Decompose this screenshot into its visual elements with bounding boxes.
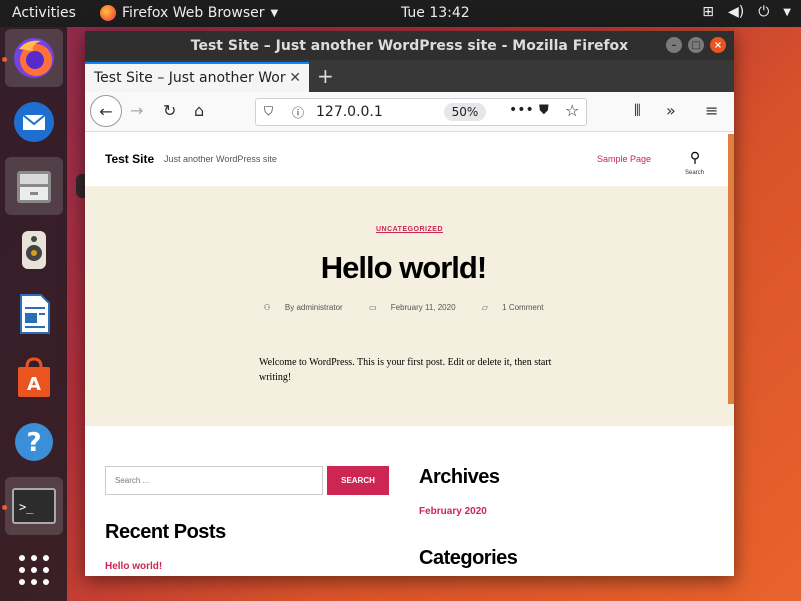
dock-terminal[interactable]: >_ <box>5 477 63 535</box>
dock-firefox[interactable] <box>5 29 63 87</box>
page-content: Test Site Just another WordPress site Sa… <box>85 134 734 576</box>
page-actions-icon[interactable]: ••• <box>509 102 534 118</box>
speaker-icon <box>22 231 46 269</box>
dock-rhythmbox[interactable] <box>5 221 63 279</box>
firefox-icon <box>100 5 116 21</box>
thunderbird-icon <box>14 102 54 142</box>
dock: A ? >_ <box>0 27 67 601</box>
bookmark-star-icon[interactable]: ☆ <box>565 101 579 120</box>
overflow-icon[interactable]: » <box>666 101 676 120</box>
system-tray[interactable]: ⊞ ◀) ⏻ ▼ <box>702 4 791 20</box>
categories-heading: Categories <box>419 547 518 569</box>
dock-writer[interactable] <box>5 285 63 343</box>
svg-text:A: A <box>27 374 41 395</box>
browser-tab[interactable]: Test Site – Just another Wor ✕ <box>85 62 309 92</box>
post-date: February 11, 2020 <box>390 303 456 312</box>
info-icon[interactable]: ⓘ <box>292 104 304 121</box>
maximize-button[interactable]: □ <box>688 37 704 53</box>
tab-strip: Test Site – Just another Wor ✕ + <box>85 60 734 92</box>
menu-icon[interactable]: ≡ <box>705 101 718 120</box>
author-meta[interactable]: ⚇ By administrator <box>258 303 349 312</box>
window-titlebar[interactable]: Test Site – Just another WordPress site … <box>85 31 734 60</box>
window-controls: – □ × <box>666 37 726 53</box>
firefox-window: Test Site – Just another WordPress site … <box>85 31 734 576</box>
activities-button[interactable]: Activities <box>12 5 76 21</box>
document-icon <box>20 294 50 334</box>
minimize-button[interactable]: – <box>666 37 682 53</box>
url-bar[interactable]: ⛉ ⓘ 127.0.0.1 50% ••• ⛊ ☆ <box>255 98 587 126</box>
dock-software[interactable]: A <box>5 349 63 407</box>
shopping-bag-icon: A <box>18 357 50 397</box>
clock[interactable]: Tue 13:42 <box>401 5 470 21</box>
calendar-icon: ▭ <box>368 303 377 312</box>
dock-thunderbird[interactable] <box>5 93 63 151</box>
window-title: Test Site – Just another WordPress site … <box>190 37 629 54</box>
post-author: By administrator <box>284 303 343 312</box>
url-text[interactable]: 127.0.0.1 <box>316 104 383 120</box>
help-icon: ? <box>15 423 53 461</box>
comment-icon: ▱ <box>481 303 488 312</box>
volume-icon: ◀) <box>727 4 745 20</box>
post-category[interactable]: UNCATEGORIZED <box>85 226 734 233</box>
search-button[interactable]: SEARCH <box>327 466 389 495</box>
app-menu[interactable]: Firefox Web Browser ▼ <box>100 5 278 21</box>
chevron-down-icon: ▼ <box>783 7 791 18</box>
dock-help[interactable]: ? <box>5 413 63 471</box>
comments-meta[interactable]: ▱ 1 Comment <box>476 303 550 312</box>
dock-files[interactable] <box>5 157 63 215</box>
search-input[interactable]: Search ... <box>105 466 323 495</box>
svg-text:?: ? <box>26 428 41 458</box>
post-meta: ⚇ By administrator ▭ February 11, 2020 ▱… <box>85 303 722 312</box>
post-comments: 1 Comment <box>502 303 544 312</box>
app-menu-label: Firefox Web Browser <box>122 5 265 21</box>
home-button[interactable]: ⌂ <box>194 101 204 120</box>
recent-post-link[interactable]: Hello world! <box>105 561 162 572</box>
zoom-indicator[interactable]: 50% <box>444 103 486 121</box>
reload-button[interactable]: ↻ <box>163 101 176 120</box>
site-header: Test Site Just another WordPress site Sa… <box>85 134 734 186</box>
site-description: Just another WordPress site <box>164 154 277 164</box>
navigation-toolbar: ← → ↻ ⌂ ⛉ ⓘ 127.0.0.1 50% ••• ⛊ ☆ ⫴ » ≡ <box>85 92 734 132</box>
nav-sample-page[interactable]: Sample Page <box>597 154 651 164</box>
show-applications-button[interactable] <box>5 541 63 599</box>
archive-link[interactable]: February 2020 <box>419 506 487 517</box>
library-icon[interactable]: ⫴ <box>634 101 641 121</box>
pocket-icon[interactable]: ⛊ <box>539 103 549 118</box>
user-icon: ⚇ <box>263 303 271 312</box>
svg-text:>_: >_ <box>19 500 34 514</box>
close-button[interactable]: × <box>710 37 726 53</box>
post-excerpt: Welcome to WordPress. This is your first… <box>259 357 552 383</box>
back-button[interactable]: ← <box>90 95 122 127</box>
search-icon[interactable]: ⚲ <box>685 150 705 166</box>
shield-icon[interactable]: ⛉ <box>264 104 273 119</box>
top-bar: Activities Firefox Web Browser ▼ Tue 13:… <box>0 0 801 27</box>
scrollbar[interactable] <box>728 134 734 404</box>
grid-icon <box>19 555 49 585</box>
post-title[interactable]: Hello world! <box>85 250 722 286</box>
network-icon: ⊞ <box>702 4 714 20</box>
firefox-icon <box>14 38 54 78</box>
chevron-down-icon: ▼ <box>270 7 279 19</box>
new-tab-button[interactable]: + <box>317 64 334 88</box>
date-meta[interactable]: ▭ February 11, 2020 <box>363 303 462 312</box>
tab-close-icon[interactable]: ✕ <box>289 70 301 86</box>
archives-heading: Archives <box>419 466 500 488</box>
forward-button[interactable]: → <box>130 101 143 120</box>
site-title[interactable]: Test Site <box>105 152 154 166</box>
search-toggle-label[interactable]: Search <box>685 170 704 176</box>
power-icon: ⏻ <box>758 4 770 20</box>
recent-posts-heading: Recent Posts <box>105 521 226 543</box>
tab-title: Test Site – Just another Wor <box>94 70 286 86</box>
terminal-icon: >_ <box>12 488 56 524</box>
widget-area: Search ... SEARCH Recent Posts Hello wor… <box>85 426 734 576</box>
post-hero: UNCATEGORIZED Hello world! ⚇ By administ… <box>85 186 734 426</box>
files-icon <box>17 171 51 203</box>
